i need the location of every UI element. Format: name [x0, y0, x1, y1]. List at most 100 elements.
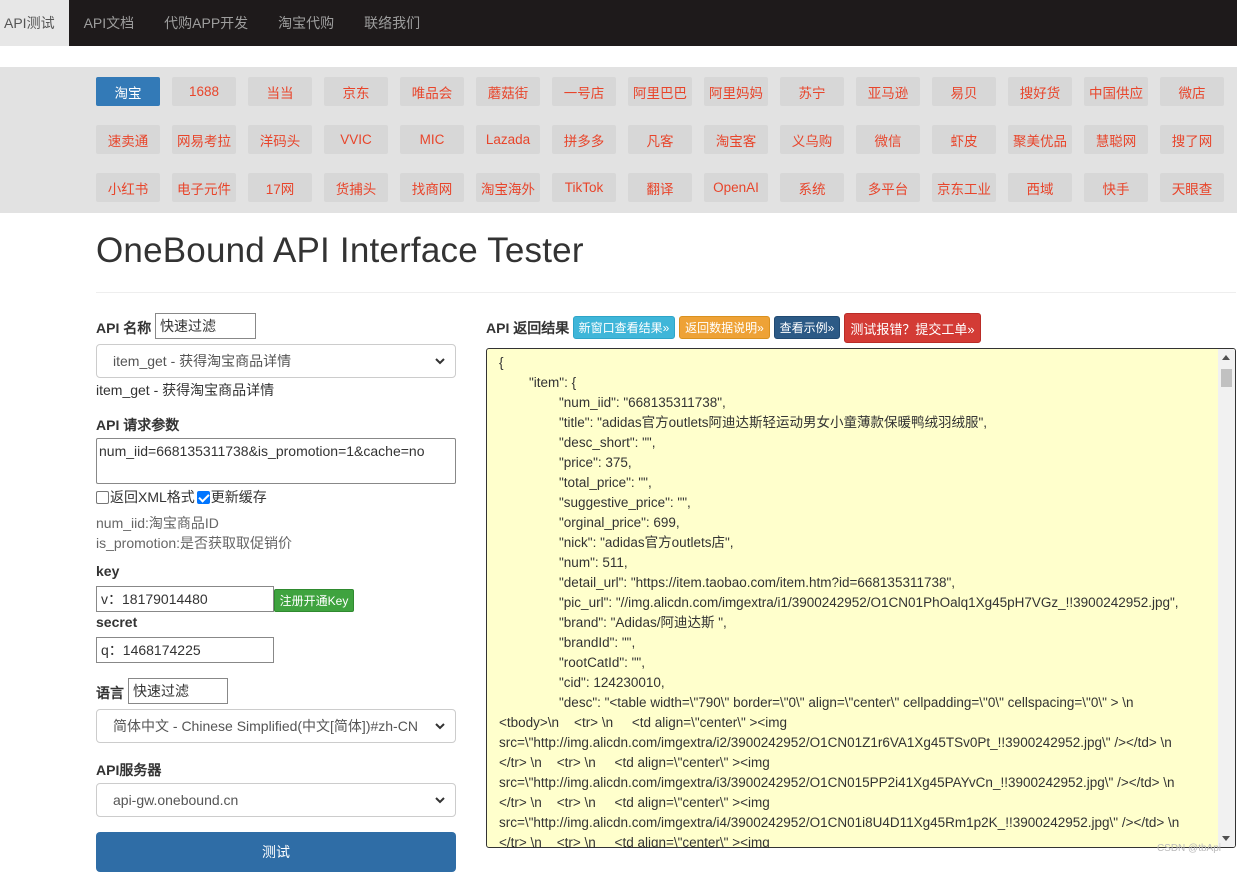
result-line: "item": {	[499, 375, 577, 390]
platform-button[interactable]: 苏宁	[780, 77, 844, 106]
result-line: </tr> \n <tr> \n <td align=\"center\" ><…	[499, 795, 770, 810]
view-example-button[interactable]: 查看示例»	[774, 316, 840, 339]
divider	[96, 292, 1236, 293]
platform-button[interactable]: 货捕头	[324, 173, 388, 202]
result-line: "title": "adidas官方outlets阿迪达斯轻运动男女小童薄款保暖…	[499, 415, 987, 430]
xml-checkbox-label: 返回XML格式	[110, 489, 195, 505]
nav-api-docs[interactable]: API文档	[69, 0, 150, 46]
nav-api-test[interactable]: API测试	[0, 0, 69, 46]
platform-button[interactable]: TikTok	[552, 173, 616, 202]
platform-button[interactable]: 淘宝海外	[476, 173, 540, 202]
result-label: API 返回结果	[486, 320, 570, 336]
platform-button[interactable]: 蘑菇街	[476, 77, 540, 106]
platform-button[interactable]: 阿里妈妈	[704, 77, 768, 106]
result-line: "total_price": "",	[499, 475, 652, 490]
result-output[interactable]: { "item": { "num_iid": "668135311738", "…	[486, 348, 1236, 848]
platform-button[interactable]: 当当	[248, 77, 312, 106]
platform-button[interactable]: 亚马逊	[856, 77, 920, 106]
scroll-thumb[interactable]	[1221, 369, 1232, 387]
platform-button[interactable]: 西域	[1008, 173, 1072, 202]
server-select[interactable]: api-gw.onebound.cn	[96, 783, 456, 817]
nav-taobao-purchase[interactable]: 淘宝代购	[263, 0, 349, 46]
platform-row: 速卖通 网易考拉 洋码头 VVIC MIC Lazada 拼多多 凡客 淘宝客 义乌购 微信 虾皮 聚美…	[96, 125, 1236, 173]
platform-button[interactable]: VVIC	[324, 125, 388, 154]
platform-button[interactable]: 翻译	[628, 173, 692, 202]
platform-button[interactable]: 洋码头	[248, 125, 312, 154]
platform-button[interactable]: 1688	[172, 77, 236, 106]
return-data-doc-button[interactable]: 返回数据说明»	[679, 316, 770, 339]
platform-button[interactable]: 易贝	[932, 77, 996, 106]
platform-button[interactable]: 网易考拉	[172, 125, 236, 154]
result-line: <tbody>\n <tr> \n <td align=\"center\" >…	[499, 715, 788, 730]
platform-button[interactable]: 唯品会	[400, 77, 464, 106]
platform-button[interactable]: 聚美优品	[1008, 125, 1072, 154]
platform-button[interactable]: 微店	[1160, 77, 1224, 106]
server-select-value: api-gw.onebound.cn	[113, 792, 239, 808]
nav-contact[interactable]: 联络我们	[349, 0, 435, 46]
platform-button[interactable]: 搜了网	[1160, 125, 1224, 154]
result-line: "num": 511,	[499, 555, 628, 570]
platform-button[interactable]: 搜好货	[1008, 77, 1072, 106]
chevron-down-icon	[435, 723, 445, 730]
platform-button[interactable]: 中国供应	[1084, 77, 1148, 106]
platform-button[interactable]: 凡客	[628, 125, 692, 154]
result-line: "rootCatId": "",	[499, 655, 645, 670]
scroll-up-icon[interactable]	[1222, 355, 1230, 360]
params-textarea[interactable]: num_iid=668135311738&is_promotion=1&cach…	[96, 438, 456, 484]
report-error-button[interactable]: 测试报错？提交工单»	[844, 313, 981, 343]
api-select-value: item_get - 获得淘宝商品详情	[113, 353, 292, 369]
platform-button[interactable]: 淘宝客	[704, 125, 768, 154]
cache-checkbox[interactable]	[196, 490, 210, 504]
key-input[interactable]: v：18179014480	[96, 586, 274, 612]
result-line: src=\"http://img.alicdn.com/imgextra/i2/…	[499, 735, 1172, 750]
platform-button[interactable]: 17网	[248, 173, 312, 202]
platform-button[interactable]: 一号店	[552, 77, 616, 106]
language-select[interactable]: 简体中文 - Chinese Simplified(中文[简体])#zh-CN	[96, 709, 456, 743]
platform-button[interactable]: MIC	[400, 125, 464, 154]
platform-button[interactable]: 多平台	[856, 173, 920, 202]
register-key-button[interactable]: 注册开通Key	[274, 589, 354, 612]
nav-app-dev[interactable]: 代购APP开发	[149, 0, 263, 46]
platform-button[interactable]: 阿里巴巴	[628, 77, 692, 106]
test-button[interactable]: 测试	[96, 832, 456, 872]
platform-button[interactable]: 找商网	[400, 173, 464, 202]
key-label: key	[96, 563, 120, 579]
language-filter-input[interactable]: 快速过滤	[128, 678, 228, 704]
platform-button[interactable]: 慧聪网	[1084, 125, 1148, 154]
platform-button[interactable]: 小红书	[96, 173, 160, 202]
result-line: src=\"http://img.alicdn.com/imgextra/i4/…	[499, 815, 1180, 830]
platform-button[interactable]: 拼多多	[552, 125, 616, 154]
result-line: "price": 375,	[499, 455, 632, 470]
api-filter-input[interactable]: 快速过滤	[155, 313, 256, 339]
xml-checkbox[interactable]	[96, 490, 109, 504]
platform-button[interactable]: 微信	[856, 125, 920, 154]
result-line: "orginal_price": 699,	[499, 515, 680, 530]
platform-button[interactable]: 京东工业	[932, 173, 996, 202]
hint-is-promotion: is_promotion:是否获取取促销价	[96, 535, 293, 551]
result-line: "pic_url": "//img.alicdn.com/imgextra/i1…	[499, 595, 1179, 610]
platform-button[interactable]: OpenAI	[704, 173, 768, 202]
result-line: {	[499, 355, 504, 370]
result-line: "nick": "adidas官方outlets店",	[499, 535, 734, 550]
platform-button[interactable]: 系统	[780, 173, 844, 202]
options-row: 返回XML格式 更新缓存	[96, 487, 267, 507]
server-label: API服务器	[96, 762, 162, 778]
platform-button[interactable]: 天眼查	[1160, 173, 1224, 202]
platform-button[interactable]: 义乌购	[780, 125, 844, 154]
api-select[interactable]: item_get - 获得淘宝商品详情	[96, 344, 456, 378]
new-window-result-button[interactable]: 新窗口查看结果»	[573, 316, 675, 339]
scroll-down-icon[interactable]	[1222, 836, 1230, 841]
platform-button[interactable]: Lazada	[476, 125, 540, 154]
platform-button[interactable]: 京东	[324, 77, 388, 106]
result-json-text: { "item": { "num_iid": "668135311738", "…	[499, 353, 1219, 847]
platform-grid: 淘宝 1688 当当 京东 唯品会 蘑菇街 一号店 阿里巴巴 阿里妈妈 苏宁 亚马逊 易贝 搜好货 中国供…	[96, 77, 1236, 221]
platform-button[interactable]: 电子元件	[172, 173, 236, 202]
secret-input[interactable]: q：1468174225	[96, 637, 274, 663]
platform-button[interactable]: 快手	[1084, 173, 1148, 202]
result-scrollbar[interactable]	[1218, 349, 1235, 847]
platform-button[interactable]: 虾皮	[932, 125, 996, 154]
platform-button[interactable]: 淘宝	[96, 77, 160, 106]
api-name-label: API 名称	[96, 320, 152, 336]
platform-row: 淘宝 1688 当当 京东 唯品会 蘑菇街 一号店 阿里巴巴 阿里妈妈 苏宁 亚马逊 易贝 搜好货 中国供…	[96, 77, 1236, 125]
platform-button[interactable]: 速卖通	[96, 125, 160, 154]
